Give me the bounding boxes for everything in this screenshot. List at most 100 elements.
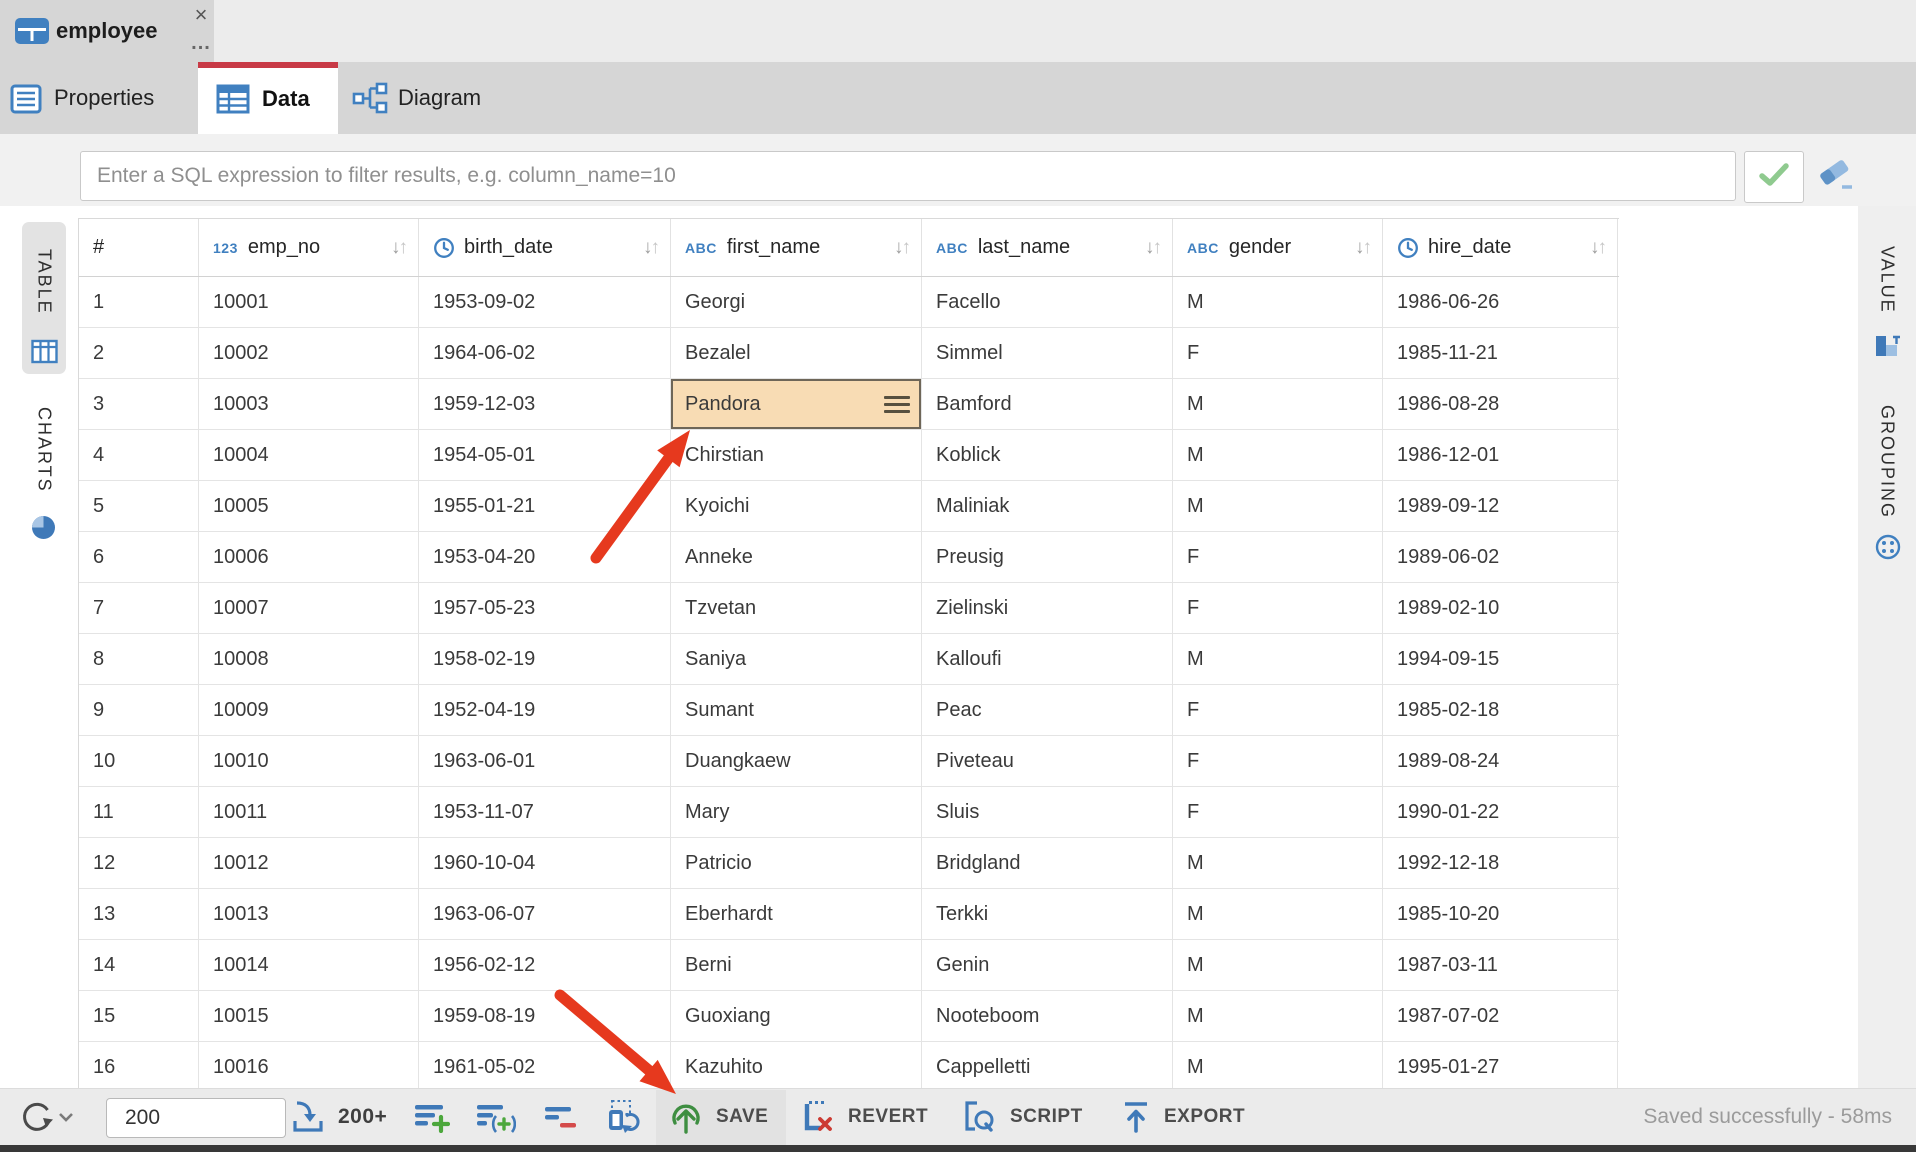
grid-cell[interactable]: 10005 <box>199 481 419 531</box>
row-number-cell[interactable]: 1 <box>79 277 199 327</box>
header-cell-birth_date[interactable]: birth_date↓↑ <box>419 219 671 276</box>
grid-cell[interactable]: 1987-07-02 <box>1383 991 1618 1041</box>
grid-cell[interactable]: 1953-04-20 <box>419 532 671 582</box>
grid-cell[interactable]: 1992-12-18 <box>1383 838 1618 888</box>
tab-diagram[interactable]: Diagram <box>338 62 524 134</box>
grid-cell[interactable]: Bamford <box>922 379 1173 429</box>
grid-cell[interactable]: 10001 <box>199 277 419 327</box>
row-number-cell[interactable]: 8 <box>79 634 199 684</box>
grid-cell[interactable]: Simmel <box>922 328 1173 378</box>
grid-cell[interactable]: 1958-02-19 <box>419 634 671 684</box>
grid-cell[interactable]: Zielinski <box>922 583 1173 633</box>
grid-cell[interactable]: F <box>1173 583 1383 633</box>
grid-cell[interactable]: 1989-08-24 <box>1383 736 1618 786</box>
header-cell-first_name[interactable]: ABCfirst_name↓↑ <box>671 219 922 276</box>
row-number-cell[interactable]: 9 <box>79 685 199 735</box>
grid-cell[interactable]: 1985-02-18 <box>1383 685 1618 735</box>
grid-cell[interactable]: 1952-04-19 <box>419 685 671 735</box>
grid-cell[interactable]: 1959-08-19 <box>419 991 671 1041</box>
grid-cell[interactable]: Sluis <box>922 787 1173 837</box>
save-button[interactable]: SAVE <box>668 1089 768 1145</box>
refresh-button[interactable] <box>18 1089 58 1145</box>
row-number-cell[interactable]: 16 <box>79 1042 199 1092</box>
grid-cell[interactable]: M <box>1173 430 1383 480</box>
grid-cell[interactable]: F <box>1173 736 1383 786</box>
grid-cell[interactable]: 10006 <box>199 532 419 582</box>
grid-cell[interactable]: 1986-06-26 <box>1383 277 1618 327</box>
revert-button[interactable]: REVERT <box>798 1089 928 1145</box>
header-cell-last_name[interactable]: ABClast_name↓↑ <box>922 219 1173 276</box>
grid-cell[interactable]: Georgi <box>671 277 922 327</box>
grid-cell[interactable]: 10007 <box>199 583 419 633</box>
row-number-cell[interactable]: 3 <box>79 379 199 429</box>
grid-cell[interactable]: M <box>1173 481 1383 531</box>
grid-cell[interactable]: Berni <box>671 940 922 990</box>
grid-cell[interactable]: M <box>1173 889 1383 939</box>
grid-cell[interactable]: Preusig <box>922 532 1173 582</box>
grid-cell[interactable]: Terkki <box>922 889 1173 939</box>
row-number-cell[interactable]: 6 <box>79 532 199 582</box>
sql-filter-input[interactable] <box>80 151 1736 201</box>
grid-cell[interactable]: 1986-12-01 <box>1383 430 1618 480</box>
grid-cell[interactable]: 10004 <box>199 430 419 480</box>
grid-cell[interactable]: Koblick <box>922 430 1173 480</box>
grid-cell[interactable]: Anneke <box>671 532 922 582</box>
export-button[interactable]: EXPORT <box>1120 1089 1245 1145</box>
grid-cell[interactable]: 1989-06-02 <box>1383 532 1618 582</box>
grid-cell[interactable]: Cappelletti <box>922 1042 1173 1092</box>
grid-cell[interactable]: Facello <box>922 277 1173 327</box>
grid-cell[interactable]: M <box>1173 991 1383 1041</box>
grid-cell[interactable]: 1995-01-27 <box>1383 1042 1618 1092</box>
grid-cell[interactable]: 10008 <box>199 634 419 684</box>
grid-cell[interactable]: Eberhardt <box>671 889 922 939</box>
grid-cell[interactable]: Maliniak <box>922 481 1173 531</box>
clear-filter-button[interactable] <box>1816 160 1856 194</box>
grid-cell[interactable]: 10012 <box>199 838 419 888</box>
pie-chart-icon[interactable] <box>30 514 57 546</box>
grid-cell[interactable]: F <box>1173 328 1383 378</box>
fetch-size-input[interactable] <box>106 1098 286 1138</box>
row-number-cell[interactable]: 14 <box>79 940 199 990</box>
grid-cell[interactable]: Genin <box>922 940 1173 990</box>
grid-cell[interactable]: 10010 <box>199 736 419 786</box>
grid-cell[interactable]: 1960-10-04 <box>419 838 671 888</box>
grid-cell[interactable]: M <box>1173 838 1383 888</box>
grid-cell[interactable]: Bezalel <box>671 328 922 378</box>
grid-cell[interactable]: Duangkaew <box>671 736 922 786</box>
grid-cell[interactable]: 1985-10-20 <box>1383 889 1618 939</box>
fetch-more-button[interactable]: 200+ <box>290 1089 387 1145</box>
rail-tab-table[interactable]: TABLE <box>22 222 66 374</box>
grid-cell[interactable]: 1955-01-21 <box>419 481 671 531</box>
row-number-cell[interactable]: 15 <box>79 991 199 1041</box>
value-panel-icon[interactable] <box>1874 332 1902 365</box>
close-icon[interactable]: × <box>188 2 214 28</box>
grid-cell[interactable]: 10013 <box>199 889 419 939</box>
tab-overflow-icon[interactable]: ... <box>188 36 214 56</box>
row-number-cell[interactable]: 2 <box>79 328 199 378</box>
grid-cell[interactable]: 1990-01-22 <box>1383 787 1618 837</box>
grid-cell[interactable]: Mary <box>671 787 922 837</box>
rail-tab-value[interactable]: VALUE <box>1872 232 1902 328</box>
grid-cell[interactable]: 10009 <box>199 685 419 735</box>
cell-menu-icon[interactable] <box>884 396 910 413</box>
grid-cell[interactable]: Nooteboom <box>922 991 1173 1041</box>
grid-cell[interactable]: Bridgland <box>922 838 1173 888</box>
header-cell-rownum[interactable]: # <box>79 219 199 276</box>
grid-cell[interactable]: Chirstian <box>671 430 922 480</box>
grid-cell[interactable]: Kalloufi <box>922 634 1173 684</box>
grid-cell[interactable]: 1956-02-12 <box>419 940 671 990</box>
grid-cell[interactable]: Patricio <box>671 838 922 888</box>
grid-cell[interactable]: Guoxiang <box>671 991 922 1041</box>
duplicate-row-button[interactable] <box>476 1089 516 1145</box>
grid-cell[interactable]: 1954-05-01 <box>419 430 671 480</box>
row-number-cell[interactable]: 10 <box>79 736 199 786</box>
grid-cell[interactable]: 1986-08-28 <box>1383 379 1618 429</box>
grid-cell[interactable]: M <box>1173 1042 1383 1092</box>
grid-cell[interactable]: 10015 <box>199 991 419 1041</box>
rail-tab-charts[interactable]: CHARTS <box>22 392 66 508</box>
tab-properties[interactable]: Properties <box>0 62 198 134</box>
grid-cell[interactable]: 1953-11-07 <box>419 787 671 837</box>
grid-cell[interactable]: Piveteau <box>922 736 1173 786</box>
grid-cell[interactable]: 10002 <box>199 328 419 378</box>
grid-cell[interactable]: 1987-03-11 <box>1383 940 1618 990</box>
